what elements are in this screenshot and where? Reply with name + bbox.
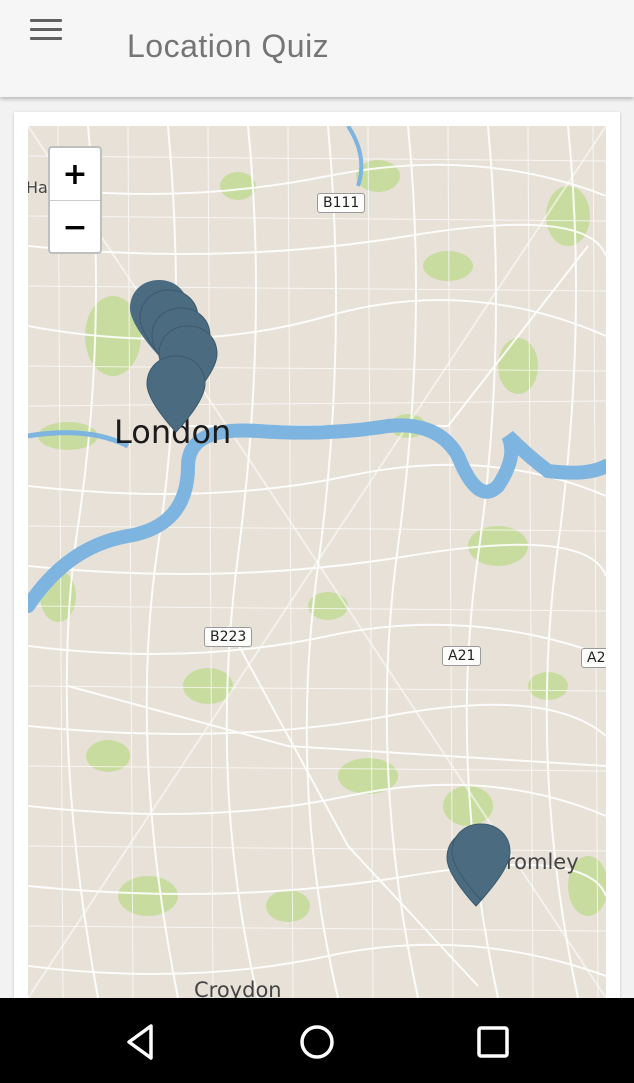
menu-icon[interactable] (30, 14, 68, 44)
recents-icon[interactable] (471, 1020, 515, 1064)
place-label-bromley: romley (506, 850, 579, 874)
road-label-b223: B223 (204, 627, 253, 647)
map-view[interactable]: + − Ha ad London romley Croydon B111 B22… (28, 126, 606, 998)
home-icon[interactable] (295, 1020, 339, 1064)
location-marker[interactable] (141, 352, 211, 438)
back-icon[interactable] (119, 1020, 163, 1064)
canal (346, 126, 364, 187)
road-label-b111: B111 (317, 193, 366, 213)
zoom-control: + − (48, 146, 102, 254)
app-title: Location Quiz (127, 28, 330, 64)
system-nav-bar (0, 998, 634, 1083)
zoom-in-button[interactable]: + (50, 148, 100, 200)
road-label-a21: A21 (442, 646, 482, 666)
road-label-a2: A2 (581, 648, 606, 668)
app-bar: Location Quiz (0, 0, 634, 97)
zoom-out-button[interactable]: − (50, 200, 100, 253)
location-marker[interactable] (446, 820, 516, 906)
place-label-croydon: Croydon (194, 978, 282, 998)
